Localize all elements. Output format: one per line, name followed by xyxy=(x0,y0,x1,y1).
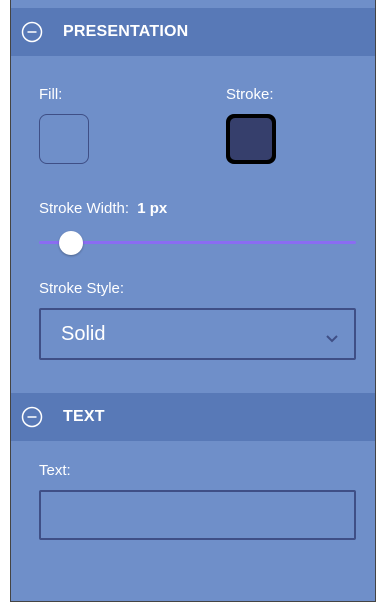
stroke-style-label: Stroke Style: xyxy=(39,280,125,297)
stroke-width-slider[interactable] xyxy=(39,228,356,258)
properties-panel: PRESENTATION Fill: Stroke: Stroke Width:… xyxy=(10,0,376,602)
stroke-style-select[interactable]: Solid xyxy=(39,308,356,360)
minus-circle-icon[interactable] xyxy=(21,406,43,428)
stroke-width-slider-track[interactable] xyxy=(39,241,356,244)
stroke-style-selected-value: Solid xyxy=(61,322,106,345)
stroke-label: Stroke: xyxy=(226,86,274,103)
presentation-section-header[interactable]: PRESENTATION xyxy=(11,8,375,56)
stroke-color-swatch[interactable] xyxy=(226,114,276,164)
chevron-down-icon[interactable] xyxy=(324,328,340,343)
text-section-header[interactable]: TEXT xyxy=(11,393,375,441)
fill-color-swatch[interactable] xyxy=(39,114,89,164)
minus-circle-icon[interactable] xyxy=(21,21,43,43)
text-label: Text: xyxy=(39,462,71,479)
stroke-width-label: Stroke Width: 1 px xyxy=(39,200,168,217)
stroke-width-value: 1 px xyxy=(137,200,168,217)
presentation-section-title: PRESENTATION xyxy=(63,23,189,40)
text-input[interactable] xyxy=(39,490,356,540)
stroke-width-slider-thumb[interactable] xyxy=(59,231,83,255)
text-section-title: TEXT xyxy=(63,408,105,425)
stroke-color-swatch-inner xyxy=(230,118,272,160)
fill-label: Fill: xyxy=(39,86,63,103)
